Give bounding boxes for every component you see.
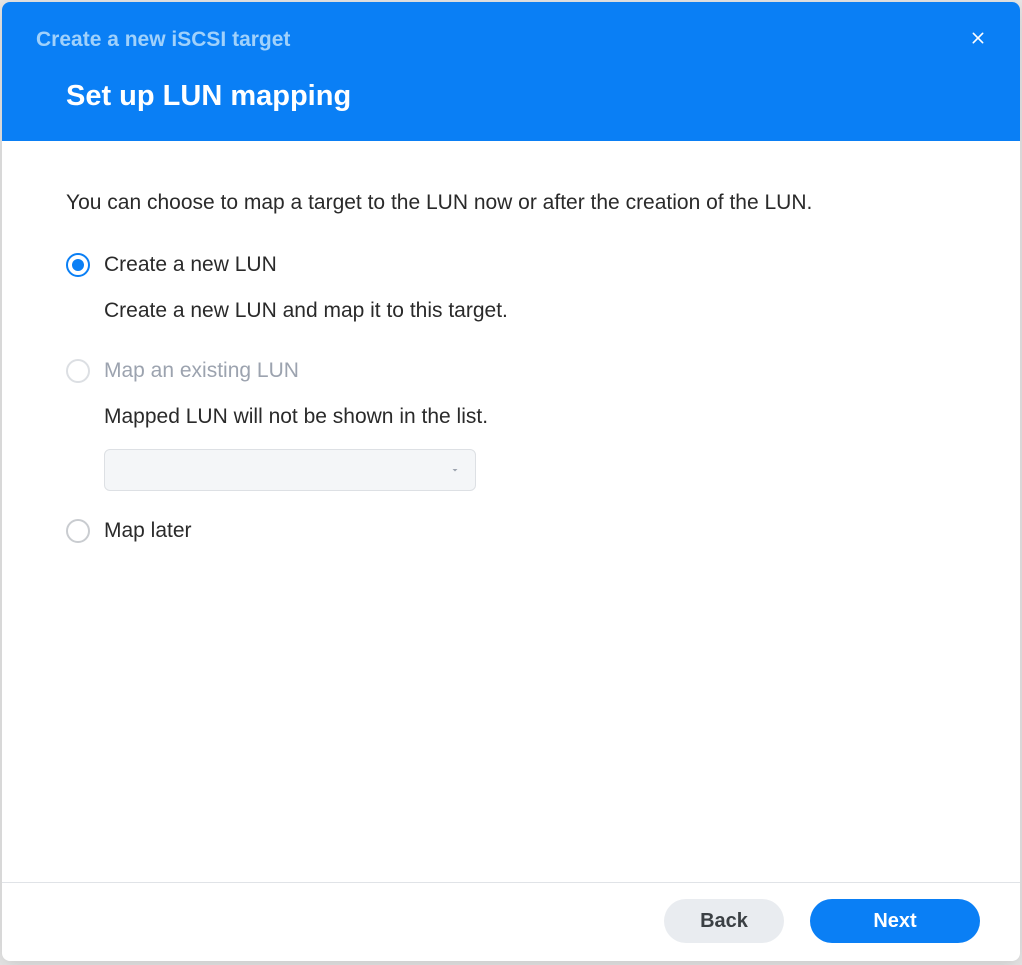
option-create-new-lun[interactable]: Create a new LUN bbox=[66, 251, 956, 279]
map-existing-block: Mapped LUN will not be shown in the list… bbox=[104, 403, 956, 491]
dialog-body: You can choose to map a target to the LU… bbox=[2, 141, 1020, 882]
existing-lun-dropdown bbox=[104, 449, 476, 491]
radio-map-later[interactable] bbox=[66, 519, 90, 543]
option-map-later[interactable]: Map later bbox=[66, 517, 956, 545]
dialog-subtitle: Set up LUN mapping bbox=[66, 80, 986, 113]
radio-label-create-new: Create a new LUN bbox=[104, 251, 277, 279]
create-new-description: Create a new LUN and map it to this targ… bbox=[104, 297, 956, 325]
chevron-down-icon bbox=[449, 464, 461, 476]
map-existing-description: Mapped LUN will not be shown in the list… bbox=[104, 403, 956, 431]
radio-label-map-later: Map later bbox=[104, 517, 192, 545]
dialog-footer: Back Next bbox=[2, 882, 1020, 961]
next-button[interactable]: Next bbox=[810, 899, 980, 943]
wizard-dialog: Create a new iSCSI target Set up LUN map… bbox=[2, 2, 1020, 961]
option-map-existing-lun: Map an existing LUN bbox=[66, 357, 956, 385]
dialog-title: Create a new iSCSI target bbox=[36, 28, 986, 52]
back-button[interactable]: Back bbox=[664, 899, 784, 943]
radio-create-new[interactable] bbox=[66, 253, 90, 277]
close-icon bbox=[968, 28, 988, 48]
intro-text: You can choose to map a target to the LU… bbox=[66, 191, 956, 215]
radio-label-map-existing: Map an existing LUN bbox=[104, 357, 299, 385]
dialog-header: Create a new iSCSI target Set up LUN map… bbox=[2, 2, 1020, 141]
close-button[interactable] bbox=[966, 26, 990, 50]
radio-map-existing bbox=[66, 359, 90, 383]
